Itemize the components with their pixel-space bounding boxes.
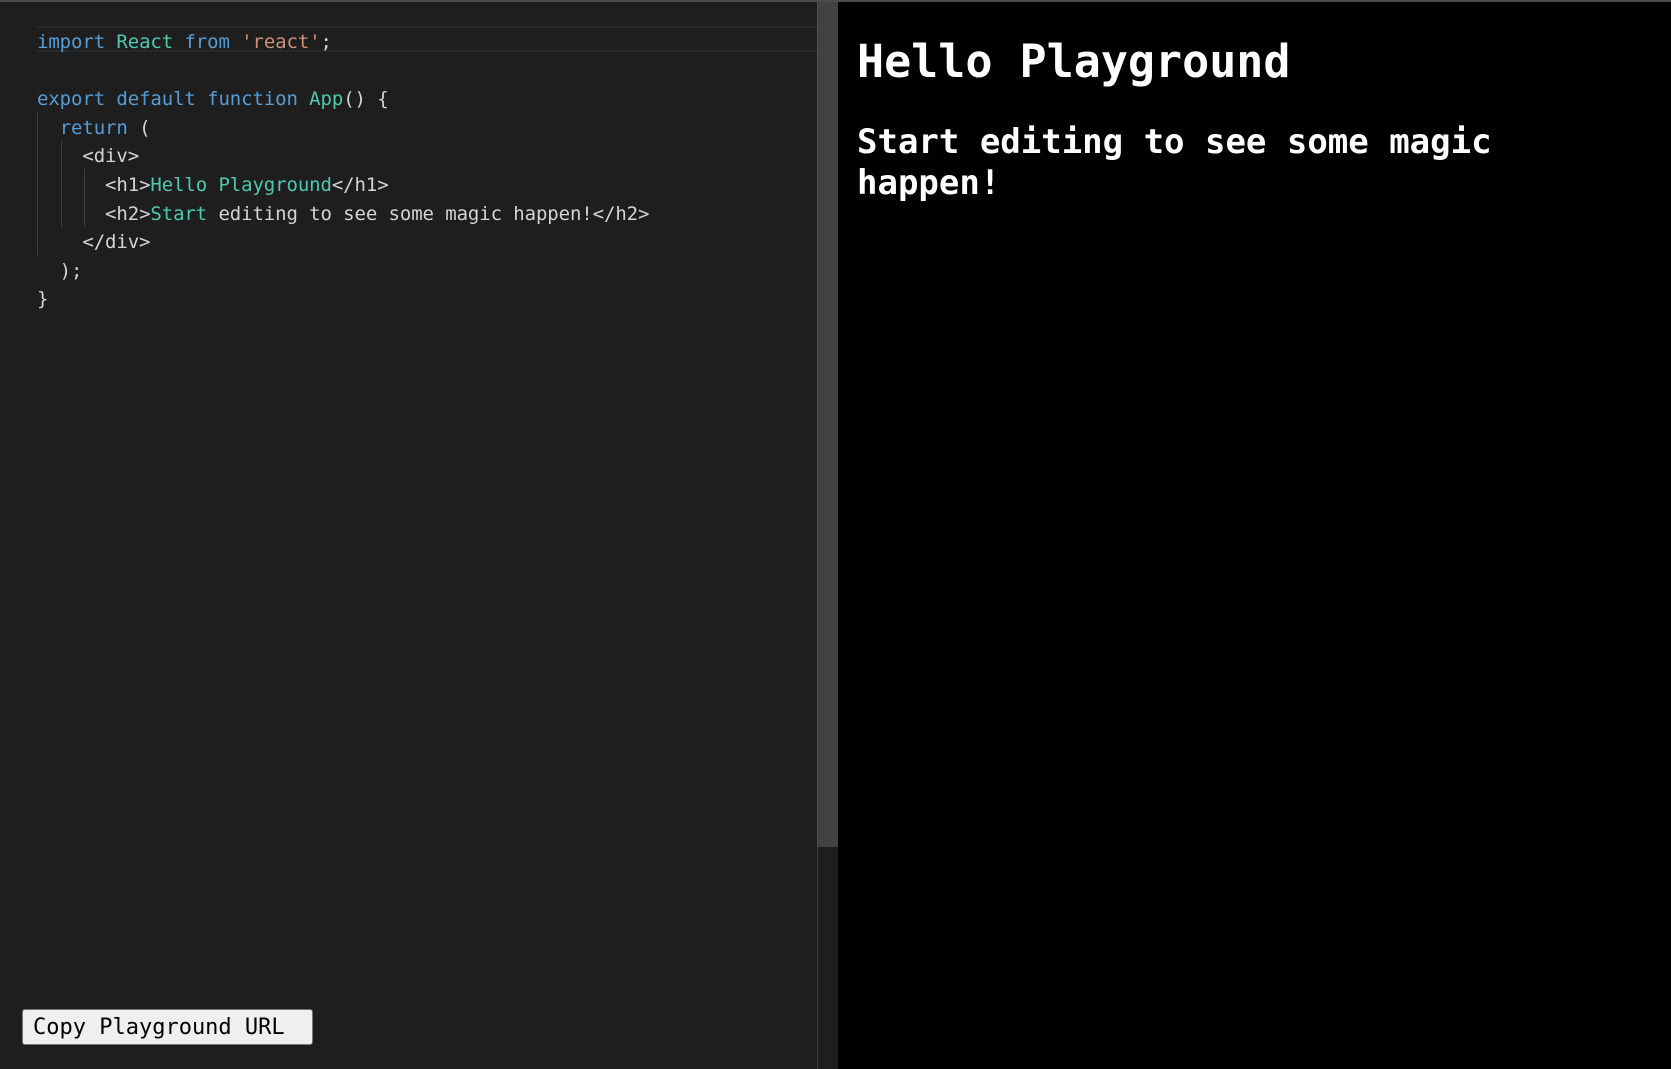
code-token: default: [116, 88, 196, 111]
preview-heading-1: Hello Playground: [857, 35, 1291, 88]
code-token: editing to see some magic happen!: [207, 202, 593, 225]
code-token: export: [37, 88, 106, 111]
code-token: (: [127, 116, 151, 139]
code-token: <h2>: [105, 202, 151, 225]
code-line[interactable]: export default function App() {: [37, 85, 649, 114]
code-editor[interactable]: import React from 'react'; export defaul…: [0, 2, 817, 1069]
code-line[interactable]: </div>: [37, 228, 649, 257]
preview-pane: Hello Playground Start editing to see so…: [838, 2, 1671, 1069]
preview-heading-2: Start editing to see some magic happen!: [857, 122, 1492, 203]
code-line[interactable]: import React from 'react';: [37, 28, 649, 57]
code-token: </div>: [82, 231, 151, 254]
code-token: Start: [150, 202, 208, 225]
code-token: );: [37, 259, 83, 282]
editor-scrollbar-thumb[interactable]: [817, 2, 838, 847]
copy-playground-url-button[interactable]: Copy Playground URL: [22, 1009, 313, 1045]
code-token: from: [184, 31, 230, 53]
code-token: return: [59, 116, 128, 139]
code-token: ;: [320, 31, 332, 53]
code-token: import: [37, 31, 106, 53]
code-token: App: [309, 88, 344, 111]
code-token: </h2>: [592, 202, 650, 225]
code-token: () {: [343, 88, 389, 111]
code-line[interactable]: <h1>Hello Playground</h1>: [37, 171, 649, 200]
code-content[interactable]: import React from 'react'; export defaul…: [37, 28, 649, 314]
code-line[interactable]: <h2>Start editing to see some magic happ…: [37, 200, 649, 229]
code-line[interactable]: );: [37, 257, 649, 286]
code-line[interactable]: }: [37, 285, 649, 314]
code-token: Hello Playground: [150, 173, 332, 196]
code-token: React: [116, 31, 174, 53]
code-token: }: [37, 288, 49, 311]
code-token: </h1>: [331, 173, 389, 196]
code-token: function: [207, 88, 298, 111]
code-line[interactable]: return (: [37, 114, 649, 143]
code-line[interactable]: [37, 57, 649, 86]
code-line[interactable]: <div>: [37, 142, 649, 171]
code-token: 'react': [241, 31, 321, 53]
code-token: <div>: [82, 145, 140, 168]
code-token: <h1>: [105, 173, 151, 196]
